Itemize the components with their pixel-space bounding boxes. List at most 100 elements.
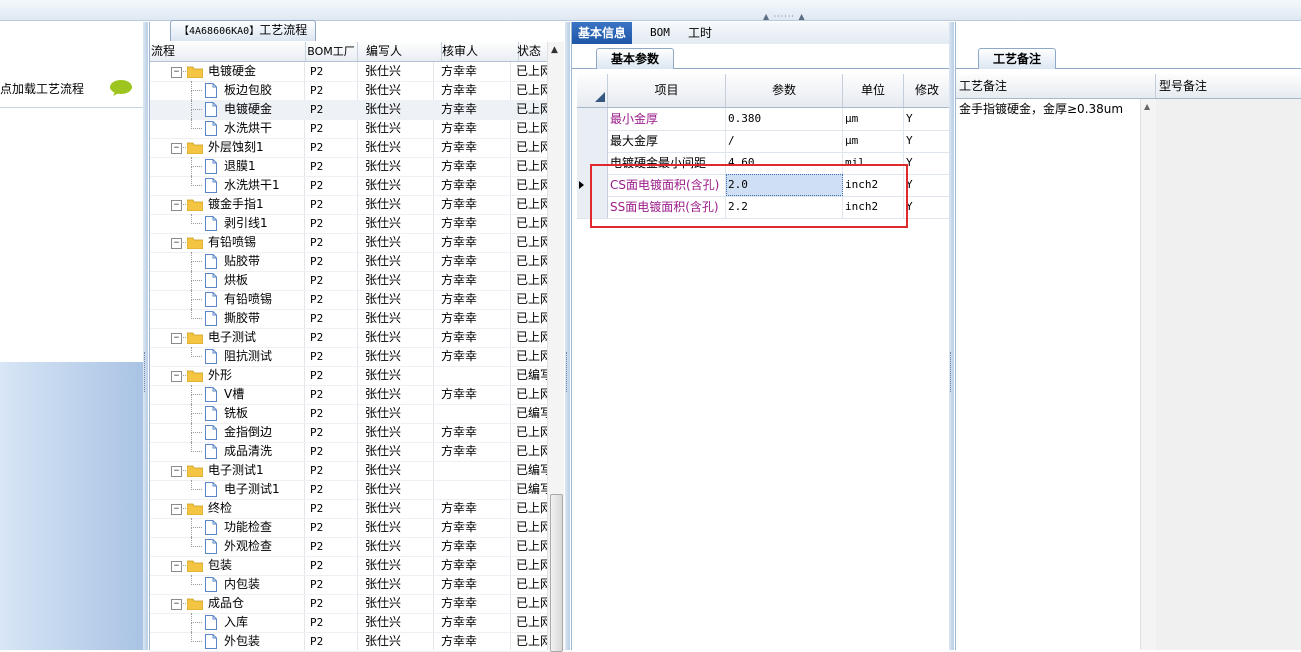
tree-leaf-row[interactable]: 铣板 P2 张仕兴 已编写 [150, 404, 550, 424]
tree-group-row[interactable]: − 电子测试1 P2 张仕兴 已编写 [150, 461, 550, 481]
remarks-scrollbar[interactable]: ▲ [1140, 99, 1156, 650]
tree-leaf-row[interactable]: 功能检查 P2 张仕兴 方幸幸 已上网 [150, 518, 550, 538]
tree-leaf-row[interactable]: 电镀硬金 P2 张仕兴 方幸幸 已上网 [150, 100, 550, 120]
tree-leaf-row[interactable]: 阻抗测试 P2 张仕兴 方幸幸 已上网 [150, 347, 550, 367]
tree-node-label: 贴胶带 [224, 254, 261, 268]
collapse-toggle-icon[interactable]: − [171, 504, 182, 515]
tree-leaf-row[interactable]: 外包装 P2 张仕兴 方幸幸 已上网 [150, 632, 550, 652]
col-header-item[interactable]: 项目 [608, 74, 726, 107]
status-cell: 已上网 [516, 444, 548, 458]
tree-leaf-row[interactable]: 有铅喷锡 P2 张仕兴 方幸幸 已上网 [150, 290, 550, 310]
col-header-writer[interactable]: 编写人 [358, 42, 442, 61]
collapse-toggle-icon[interactable]: − [171, 143, 182, 154]
status-cell: 已上网 [516, 425, 548, 439]
tree-leaf-row[interactable]: 烘板 P2 张仕兴 方幸幸 已上网 [150, 271, 550, 291]
tree-group-row[interactable]: − 外形 P2 张仕兴 已编写 [150, 366, 550, 386]
file-icon [205, 121, 217, 136]
scrollbar-thumb[interactable] [550, 494, 563, 652]
tree-group-row[interactable]: − 外层蚀刻1 P2 张仕兴 方幸幸 已上网 [150, 138, 550, 158]
collapse-toggle-icon[interactable]: − [171, 599, 182, 610]
tree-node-label: 外包装 [224, 634, 261, 648]
tree-group-row[interactable]: − 有铅喷锡 P2 张仕兴 方幸幸 已上网 [150, 233, 550, 253]
collapse-toggle-icon[interactable]: − [171, 238, 182, 249]
col-header-model-remarks[interactable]: 型号备注 [1156, 74, 1301, 98]
file-icon [205, 577, 217, 592]
status-cell: 已上网 [516, 520, 548, 534]
tree-leaf-row[interactable]: 水洗烘干 P2 张仕兴 方幸幸 已上网 [150, 119, 550, 139]
row-indicator[interactable] [577, 130, 608, 152]
tree-leaf-row[interactable]: 撕胶带 P2 张仕兴 方幸幸 已上网 [150, 309, 550, 329]
row-indicator[interactable] [577, 108, 608, 130]
tree-leaf-row[interactable]: 退膜1 P2 张仕兴 方幸幸 已上网 [150, 157, 550, 177]
load-process-label[interactable]: 节点加载工艺流程 [0, 80, 84, 97]
tree-leaf-row[interactable]: 外观检查 P2 张仕兴 方幸幸 已上网 [150, 537, 550, 557]
param-row[interactable]: 最大金厚 / μm Y [577, 130, 950, 153]
tree-leaf-row[interactable]: 剥引线1 P2 张仕兴 方幸幸 已上网 [150, 214, 550, 234]
tree-group-row[interactable]: − 电子测试 P2 张仕兴 方幸幸 已上网 [150, 328, 550, 348]
status-cell: 已上网 [516, 273, 548, 287]
process-remarks-textarea[interactable]: 金手指镀硬金，金厚≥0.38um [956, 99, 1157, 650]
col-header-reviewer[interactable]: 核审人 [434, 42, 519, 61]
col-header-modify[interactable]: 修改 [904, 74, 950, 107]
tree-leaf-row[interactable]: 板边包胶 P2 张仕兴 方幸幸 已上网 [150, 81, 550, 101]
splitter-right[interactable] [949, 22, 954, 650]
writer-cell: 张仕兴 [365, 520, 402, 534]
tree-group-row[interactable]: − 镀金手指1 P2 张仕兴 方幸幸 已上网 [150, 195, 550, 215]
tree-group-row[interactable]: − 成品仓 P2 张仕兴 方幸幸 已上网 [150, 594, 550, 614]
tree-group-row[interactable]: − 包装 P2 张仕兴 方幸幸 已上网 [150, 556, 550, 576]
col-header-flow[interactable]: 流程 [150, 42, 306, 61]
col-header-bom[interactable]: BOM工厂 [305, 42, 358, 61]
tree-leaf-row[interactable]: 水洗烘干1 P2 张仕兴 方幸幸 已上网 [150, 176, 550, 196]
status-cell: 已上网 [516, 596, 548, 610]
collapse-toggle-icon[interactable]: − [171, 67, 182, 78]
tree-leaf-row[interactable]: 金指倒边 P2 张仕兴 方幸幸 已上网 [150, 423, 550, 443]
reviewer-cell: 方幸幸 [441, 121, 478, 135]
splitter-middle[interactable] [565, 22, 570, 650]
tree-group-row[interactable]: − 终检 P2 张仕兴 方幸幸 已上网 [150, 499, 550, 519]
model-remarks-area[interactable] [1156, 99, 1301, 650]
collapse-toggle-icon[interactable]: − [171, 333, 182, 344]
tree-node-label: 有铅喷锡 [208, 235, 257, 249]
tree-leaf-row[interactable]: 贴胶带 P2 张仕兴 方幸幸 已上网 [150, 252, 550, 272]
tab-process-flow[interactable]: 【4A68606KA0】工艺流程 [170, 20, 317, 41]
status-cell: 已上网 [516, 539, 548, 553]
status-cell: 已上网 [516, 64, 548, 78]
splitter-left[interactable] [143, 22, 148, 650]
writer-cell: 张仕兴 [365, 330, 402, 344]
chat-bubble-icon[interactable] [109, 80, 133, 96]
param-value-cell[interactable]: / [726, 130, 843, 152]
folder-icon [187, 237, 203, 249]
collapse-toggle-icon[interactable]: − [171, 561, 182, 572]
tree-leaf-row[interactable]: V槽 P2 张仕兴 方幸幸 已上网 [150, 385, 550, 405]
collapse-toggle-icon[interactable]: − [171, 200, 182, 211]
tab-basic-params[interactable]: 基本参数 [596, 48, 675, 69]
scroll-up-icon[interactable]: ▲ [551, 45, 558, 55]
highlight-annotation-box [590, 164, 908, 228]
tree-leaf-row[interactable]: 入库 P2 张仕兴 方幸幸 已上网 [150, 613, 550, 633]
tab-work-hours[interactable]: 工时 [682, 22, 718, 44]
collapse-toggle-icon[interactable]: − [171, 466, 182, 477]
tree-node-label: 退膜1 [224, 159, 256, 173]
reviewer-cell: 方幸幸 [441, 539, 478, 553]
tab-process-remarks[interactable]: 工艺备注 [978, 48, 1057, 69]
collapse-toggle-icon[interactable]: − [171, 371, 182, 382]
tree-leaf-row[interactable]: 电子测试1 P2 张仕兴 已编写 [150, 480, 550, 500]
param-row[interactable]: 最小金厚 0.380 μm Y [577, 108, 950, 131]
folder-icon [187, 332, 203, 344]
col-header-unit[interactable]: 单位 [843, 74, 904, 107]
tree-group-row[interactable]: − 电镀硬金 P2 张仕兴 方幸幸 已上网 [150, 62, 550, 82]
col-header-param[interactable]: 参数 [726, 74, 843, 107]
collapse-grip-icon[interactable]: ▲ ······ ▲ [763, 13, 825, 21]
tree-scrollbar[interactable]: ▲ [547, 42, 564, 652]
writer-cell: 张仕兴 [365, 444, 402, 458]
scroll-up-icon[interactable]: ▲ [1144, 102, 1150, 111]
tree-leaf-row[interactable]: 内包装 P2 张仕兴 方幸幸 已上网 [150, 575, 550, 595]
tab-bom[interactable]: BOM [644, 22, 676, 44]
tab-basic-info[interactable]: 基本信息 [572, 22, 633, 44]
tree-leaf-row[interactable]: 成品清洗 P2 张仕兴 方幸幸 已上网 [150, 442, 550, 462]
col-header-process-remarks[interactable]: 工艺备注 [956, 74, 1156, 98]
status-cell: 已编写 [516, 482, 548, 496]
param-value-cell[interactable]: 0.380 [726, 108, 843, 130]
tree-node-label: 内包装 [224, 577, 261, 591]
bom-factory-cell: P2 [310, 540, 324, 553]
